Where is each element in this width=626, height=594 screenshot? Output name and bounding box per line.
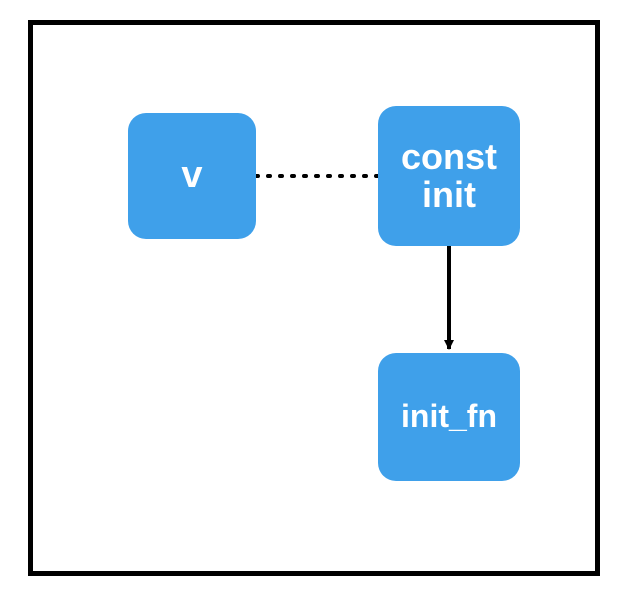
diagram-canvas: v const init init_fn xyxy=(0,0,626,594)
node-v: v xyxy=(128,113,256,239)
node-constinit-label: const init xyxy=(401,138,497,214)
node-constinit: const init xyxy=(378,106,520,246)
node-init-fn-label: init_fn xyxy=(401,400,497,434)
diagram-frame xyxy=(28,20,600,576)
node-v-label: v xyxy=(181,156,202,196)
node-init-fn: init_fn xyxy=(378,353,520,481)
